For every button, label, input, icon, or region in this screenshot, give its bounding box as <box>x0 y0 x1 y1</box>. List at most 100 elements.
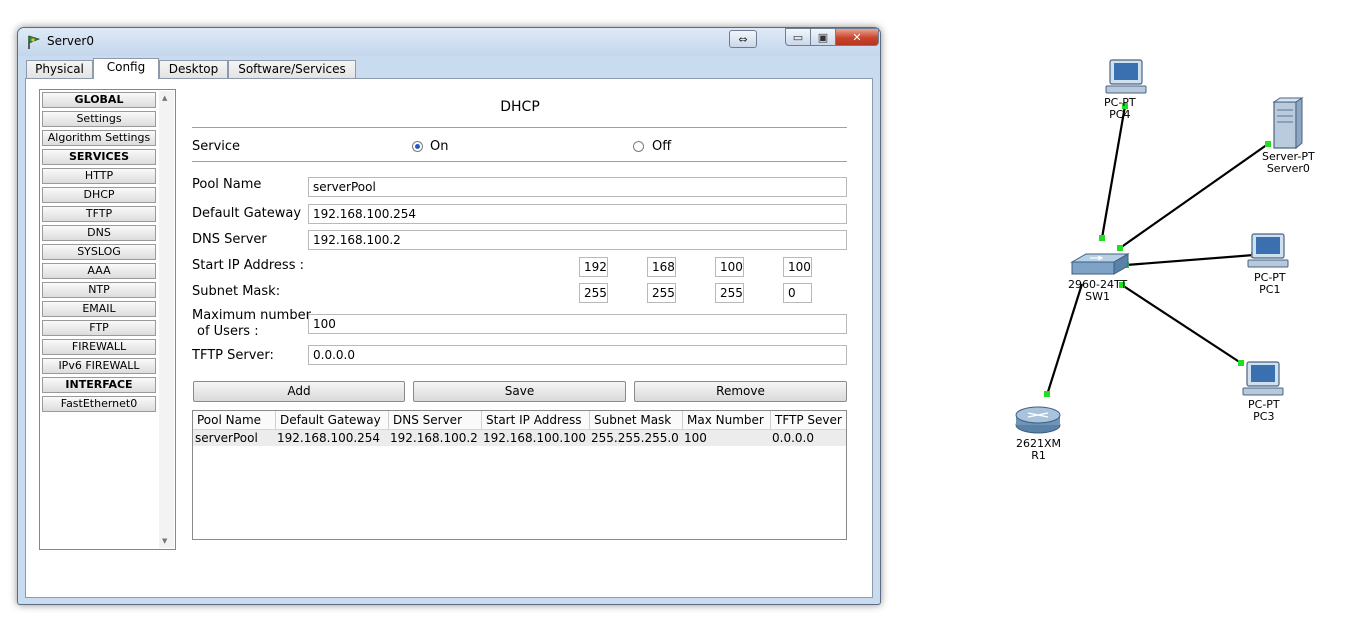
default-gateway-label: Default Gateway <box>192 206 302 221</box>
max-users-input[interactable]: 100 <box>308 314 847 334</box>
nav-header-services: SERVICES <box>42 149 156 165</box>
cell-tftp-server: 0.0.0.0 <box>772 431 814 445</box>
cell-dns-server: 192.168.100.2 <box>390 431 478 445</box>
pc3-device-icon[interactable] <box>1242 361 1284 396</box>
dhcp-pool-table: Pool Name Default Gateway DNS Server Sta… <box>192 410 847 540</box>
link-sw1-pc1[interactable] <box>1125 253 1255 267</box>
nav-item-firewall[interactable]: FIREWALL <box>42 339 156 355</box>
max-users-label-2: of Users : <box>197 324 259 339</box>
config-nav-list: GLOBAL Settings Algorithm Settings SERVICES… <box>39 89 176 550</box>
pc4-device-icon[interactable] <box>1105 59 1147 94</box>
pc3-name: PC3 <box>1253 410 1275 423</box>
pc3-label: PC-PT PC3 <box>1248 399 1280 423</box>
nav-item-ntp[interactable]: NTP <box>42 282 156 298</box>
title-bar[interactable]: Server0 ⇔ ▭ ▣ ✕ <box>18 28 880 56</box>
subnet-octet-3[interactable]: 255 <box>715 283 744 303</box>
remove-button[interactable]: Remove <box>634 381 847 402</box>
cell-start-ip: 192.168.100.100 <box>483 431 587 445</box>
tab-software-services[interactable]: Software/Services <box>228 60 356 78</box>
col-pool-name[interactable]: Pool Name <box>193 411 276 429</box>
maximize-button[interactable]: ▣ <box>810 28 836 46</box>
service-on-label[interactable]: On <box>430 139 448 154</box>
start-ip-octet-1[interactable]: 192 <box>579 257 608 277</box>
col-start-ip[interactable]: Start IP Address <box>482 411 590 429</box>
r1-label: 2621XM R1 <box>1016 438 1061 462</box>
col-subnet-mask[interactable]: Subnet Mask <box>590 411 683 429</box>
pc1-label: PC-PT PC1 <box>1254 272 1286 296</box>
tab-physical[interactable]: Physical <box>26 60 93 78</box>
tftp-server-input[interactable]: 0.0.0.0 <box>308 345 847 365</box>
tab-config[interactable]: Config <box>93 58 159 79</box>
nav-item-ftp[interactable]: FTP <box>42 320 156 336</box>
resize-icon: ⇔ <box>738 32 748 46</box>
dns-server-input[interactable]: 192.168.100.2 <box>308 230 847 250</box>
start-ip-octet-2[interactable]: 168 <box>647 257 676 277</box>
sw1-switch-icon[interactable] <box>1070 253 1130 275</box>
pool-name-input[interactable]: serverPool <box>308 177 847 197</box>
tftp-server-label: TFTP Server: <box>192 348 274 363</box>
server0-label: Server-PT Server0 <box>1262 151 1315 175</box>
col-dns-server[interactable]: DNS Server <box>389 411 482 429</box>
tab-desktop[interactable]: Desktop <box>159 60 228 78</box>
config-content: GLOBAL Settings Algorithm Settings SERVICES… <box>25 78 873 598</box>
minimize-button[interactable]: ▭ <box>785 28 811 46</box>
close-icon: ✕ <box>852 30 862 44</box>
server0-name: Server0 <box>1266 162 1310 175</box>
service-off-label[interactable]: Off <box>652 139 671 154</box>
divider <box>192 127 847 128</box>
close-button[interactable]: ✕ <box>835 28 879 46</box>
scroll-down-icon[interactable]: ▼ <box>162 537 167 545</box>
table-row[interactable]: serverPool 192.168.100.254 192.168.100.2… <box>193 430 846 446</box>
maximize-icon: ▣ <box>817 30 829 44</box>
default-gateway-input[interactable]: 192.168.100.254 <box>308 204 847 224</box>
col-tftp-server[interactable]: TFTP Sever <box>771 411 846 429</box>
scroll-up-icon[interactable]: ▲ <box>162 94 167 102</box>
cell-default-gateway: 192.168.100.254 <box>277 431 381 445</box>
nav-item-algorithm-settings[interactable]: Algorithm Settings <box>42 130 156 146</box>
start-ip-octet-4[interactable]: 100 <box>783 257 812 277</box>
nav-item-settings[interactable]: Settings <box>42 111 156 127</box>
cell-max-number: 100 <box>684 431 707 445</box>
sw1-label: 2960-24TT SW1 <box>1068 279 1127 303</box>
nav-item-dns[interactable]: DNS <box>42 225 156 241</box>
start-ip-octet-3[interactable]: 100 <box>715 257 744 277</box>
server0-device-icon[interactable] <box>1272 97 1304 150</box>
nav-item-http[interactable]: HTTP <box>42 168 156 184</box>
save-button[interactable]: Save <box>413 381 626 402</box>
subnet-octet-1[interactable]: 255 <box>579 283 608 303</box>
col-max-number[interactable]: Max Number <box>683 411 771 429</box>
r1-router-icon[interactable] <box>1015 406 1061 434</box>
service-off-radio[interactable] <box>633 141 644 152</box>
nav-item-aaa[interactable]: AAA <box>42 263 156 279</box>
subnet-octet-2[interactable]: 255 <box>647 283 676 303</box>
port-lights <box>1044 103 1271 397</box>
pc1-name: PC1 <box>1259 283 1281 296</box>
link-sw1-pc3[interactable] <box>1121 284 1242 364</box>
start-ip-label: Start IP Address : <box>192 258 304 273</box>
subnet-octet-4[interactable]: 0 <box>783 283 812 303</box>
r1-name: R1 <box>1031 449 1046 462</box>
link-sw1-server0[interactable] <box>1119 143 1269 249</box>
port-light <box>1044 391 1050 397</box>
nav-item-ipv6-firewall[interactable]: IPv6 FIREWALL <box>42 358 156 374</box>
link-sw1-pc4[interactable] <box>1100 105 1127 239</box>
pc1-device-icon[interactable] <box>1247 233 1289 268</box>
nav-item-syslog[interactable]: SYSLOG <box>42 244 156 260</box>
pc4-label: PC-PT PC4 <box>1104 97 1136 121</box>
divider <box>192 161 847 162</box>
nav-header-global: GLOBAL <box>42 92 156 108</box>
nav-item-tftp[interactable]: TFTP <box>42 206 156 222</box>
service-on-radio[interactable] <box>412 141 423 152</box>
nav-item-dhcp[interactable]: DHCP <box>42 187 156 203</box>
packet-tracer-icon <box>28 35 41 49</box>
nav-item-email[interactable]: EMAIL <box>42 301 156 317</box>
nav-scrollbar[interactable]: ▲ ▼ <box>159 91 174 548</box>
resize-button[interactable]: ⇔ <box>729 30 757 48</box>
add-button[interactable]: Add <box>193 381 405 402</box>
nav-header-interface: INTERFACE <box>42 377 156 393</box>
port-light <box>1117 245 1123 251</box>
subnet-mask-label: Subnet Mask: <box>192 284 281 299</box>
service-label: Service <box>192 139 241 154</box>
nav-item-fastethernet0[interactable]: FastEthernet0 <box>42 396 156 412</box>
col-default-gateway[interactable]: Default Gateway <box>276 411 389 429</box>
